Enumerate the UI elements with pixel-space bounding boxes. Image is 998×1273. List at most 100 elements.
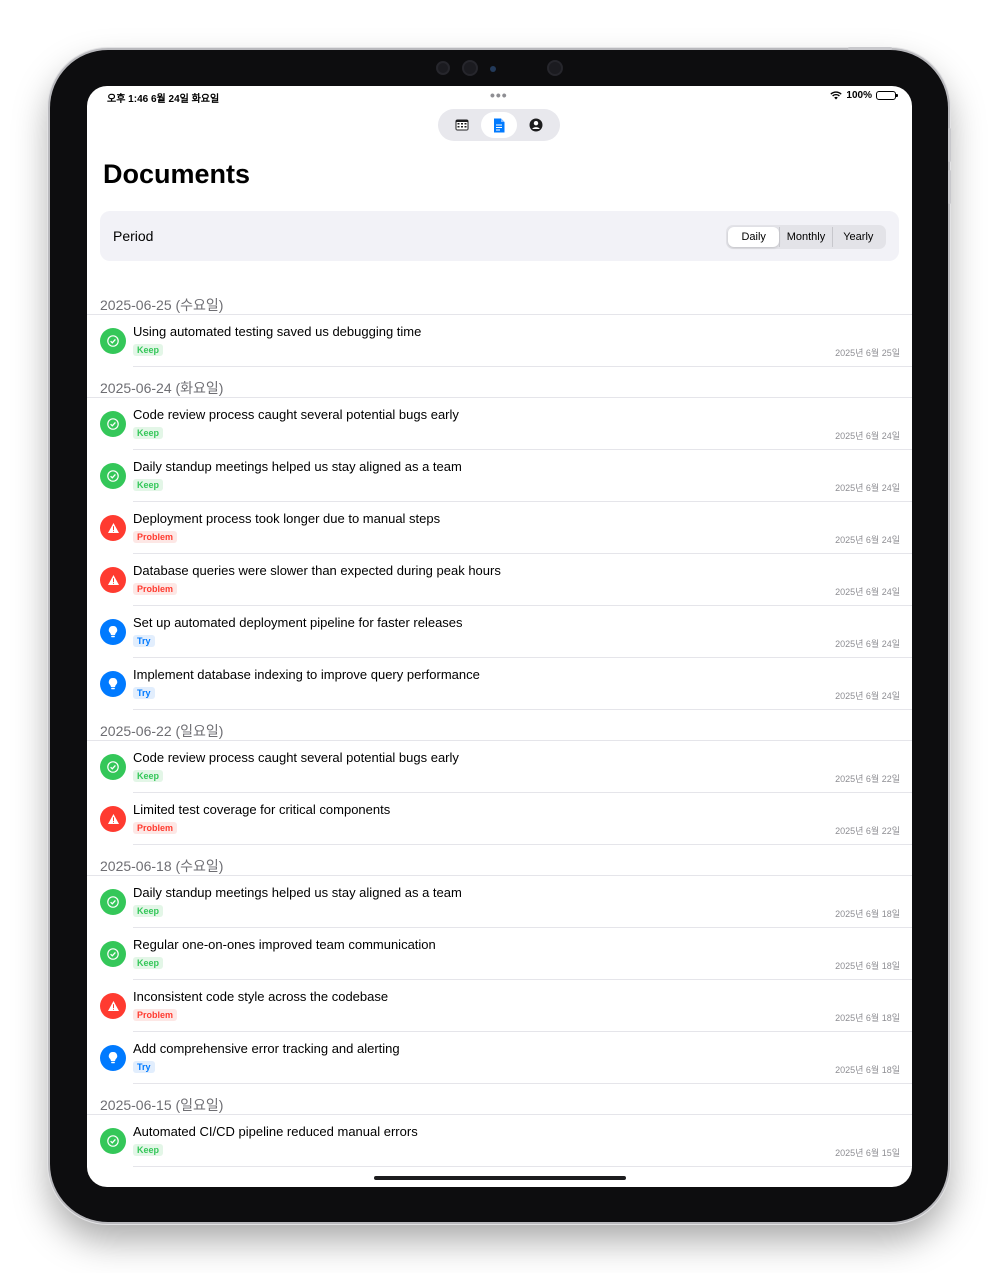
lightbulb-icon (100, 1045, 126, 1071)
volume-up-button (948, 128, 951, 162)
list-item[interactable]: Set up automated deployment pipeline for… (100, 606, 912, 658)
warning-triangle-icon (100, 567, 126, 593)
volume-down-button (948, 170, 951, 204)
item-tag-badge: Problem (133, 822, 178, 834)
item-tag-badge: Problem (133, 583, 178, 595)
list-item[interactable]: Using automated testing saved us debuggi… (100, 315, 912, 367)
section-header: 2025-06-18 (수요일) (87, 845, 912, 876)
checkmark-circle-icon (100, 754, 126, 780)
item-date: 2025년 6월 18일 (835, 1065, 900, 1075)
section-date: 2025-06-15 (일요일) (100, 1097, 224, 1113)
section-header: 2025-06-24 (화요일) (87, 367, 912, 398)
multitasking-dots[interactable]: ••• (490, 87, 508, 103)
tab-profile[interactable] (518, 112, 554, 138)
item-tag-badge: Try (133, 635, 155, 647)
checkmark-circle-icon (100, 889, 126, 915)
calendar-icon (455, 119, 469, 131)
section-header: 2025-06-15 (일요일) (87, 1084, 912, 1115)
list-item[interactable]: Daily standup meetings helped us stay al… (100, 876, 912, 928)
camera-lens (462, 60, 478, 76)
period-label: Period (113, 228, 154, 244)
list-item[interactable]: Deployment process took longer due to ma… (100, 502, 912, 554)
list-item[interactable]: Regular one-on-ones improved team commun… (100, 928, 912, 980)
document-icon (494, 118, 505, 132)
item-tag-badge: Problem (133, 1009, 178, 1021)
item-title: Set up automated deployment pipeline for… (133, 615, 463, 630)
segment-daily[interactable]: Daily (728, 227, 780, 247)
item-date: 2025년 6월 24일 (835, 483, 900, 493)
item-date: 2025년 6월 22일 (835, 774, 900, 784)
segment-monthly[interactable]: Monthly (779, 227, 833, 247)
item-title: Limited test coverage for critical compo… (133, 802, 391, 817)
item-tag-badge: Problem (133, 531, 178, 543)
item-tag-badge: Keep (133, 1144, 164, 1156)
section-date: 2025-06-25 (수요일) (100, 297, 224, 313)
tab-calendar[interactable] (444, 112, 480, 138)
item-date: 2025년 6월 24일 (835, 587, 900, 597)
item-title: Add comprehensive error tracking and ale… (133, 1041, 400, 1056)
checkmark-circle-icon (100, 328, 126, 354)
list-item[interactable]: Implement database indexing to improve q… (100, 658, 912, 710)
item-tag-badge: Keep (133, 957, 164, 969)
item-tag-badge: Try (133, 687, 155, 699)
screen: 오후 1:46 6월 24일 화요일 ••• 100% Documents Pe… (87, 86, 912, 1187)
section-header: 2025-06-25 (수요일) (87, 284, 912, 315)
wifi-icon (830, 91, 843, 100)
item-title: Implement database indexing to improve q… (133, 667, 480, 682)
item-tag-badge: Keep (133, 770, 164, 782)
item-title: Daily standup meetings helped us stay al… (133, 459, 462, 474)
camera-sensor (436, 61, 450, 75)
section-date: 2025-06-22 (일요일) (100, 723, 224, 739)
item-date: 2025년 6월 24일 (835, 691, 900, 701)
warning-triangle-icon (100, 806, 126, 832)
item-date: 2025년 6월 18일 (835, 961, 900, 971)
list-item[interactable]: Automated CI/CD pipeline reduced manual … (100, 1115, 912, 1167)
status-time: 오후 1:46 6월 24일 화요일 (107, 94, 220, 105)
battery-icon (876, 91, 898, 100)
warning-triangle-icon (100, 515, 126, 541)
lightbulb-icon (100, 671, 126, 697)
section-date: 2025-06-24 (화요일) (100, 380, 224, 396)
list-item[interactable]: Database queries were slower than expect… (100, 554, 912, 606)
item-date: 2025년 6월 24일 (835, 639, 900, 649)
tab-bar (438, 109, 560, 141)
section-date: 2025-06-18 (수요일) (100, 858, 224, 874)
item-title: Daily standup meetings helped us stay al… (133, 885, 462, 900)
page-title: Documents (103, 159, 251, 189)
section-header: 2025-06-22 (일요일) (87, 710, 912, 741)
item-tag-badge: Try (133, 1061, 155, 1073)
list-item[interactable]: Code review process caught several poten… (100, 398, 912, 450)
item-date: 2025년 6월 18일 (835, 909, 900, 919)
item-title: Regular one-on-ones improved team commun… (133, 937, 436, 952)
item-date: 2025년 6월 24일 (835, 535, 900, 545)
item-tag-badge: Keep (133, 427, 164, 439)
item-title: Code review process caught several poten… (133, 750, 459, 765)
item-tag-badge: Keep (133, 344, 164, 356)
item-date: 2025년 6월 25일 (835, 348, 900, 358)
list-item[interactable]: Add comprehensive error tracking and ale… (100, 1032, 912, 1084)
checkmark-circle-icon (100, 1128, 126, 1154)
list-item[interactable]: Inconsistent code style across the codeb… (100, 980, 912, 1032)
home-indicator[interactable] (374, 1176, 626, 1180)
list-item[interactable]: Code review process caught several poten… (100, 741, 912, 793)
top-button (848, 47, 892, 50)
camera-indicator (490, 66, 496, 72)
camera-sensor (547, 60, 563, 76)
list-item[interactable]: Limited test coverage for critical compo… (100, 793, 912, 845)
item-title: Code review process caught several poten… (133, 407, 459, 422)
item-tag-badge: Keep (133, 479, 164, 491)
list-item[interactable]: Daily standup meetings helped us stay al… (100, 450, 912, 502)
tab-documents[interactable] (481, 112, 517, 138)
item-date: 2025년 6월 18일 (835, 1013, 900, 1023)
item-title: Automated CI/CD pipeline reduced manual … (133, 1124, 418, 1139)
item-tag-badge: Keep (133, 905, 164, 917)
checkmark-circle-icon (100, 411, 126, 437)
item-date: 2025년 6월 24일 (835, 431, 900, 441)
lightbulb-icon (100, 619, 126, 645)
checkmark-circle-icon (100, 463, 126, 489)
segment-yearly[interactable]: Yearly (833, 227, 884, 247)
status-bar: 오후 1:46 6월 24일 화요일 ••• 100% (87, 86, 912, 106)
item-title: Using automated testing saved us debuggi… (133, 324, 422, 339)
checkmark-circle-icon (100, 941, 126, 967)
item-title: Inconsistent code style across the codeb… (133, 989, 389, 1004)
